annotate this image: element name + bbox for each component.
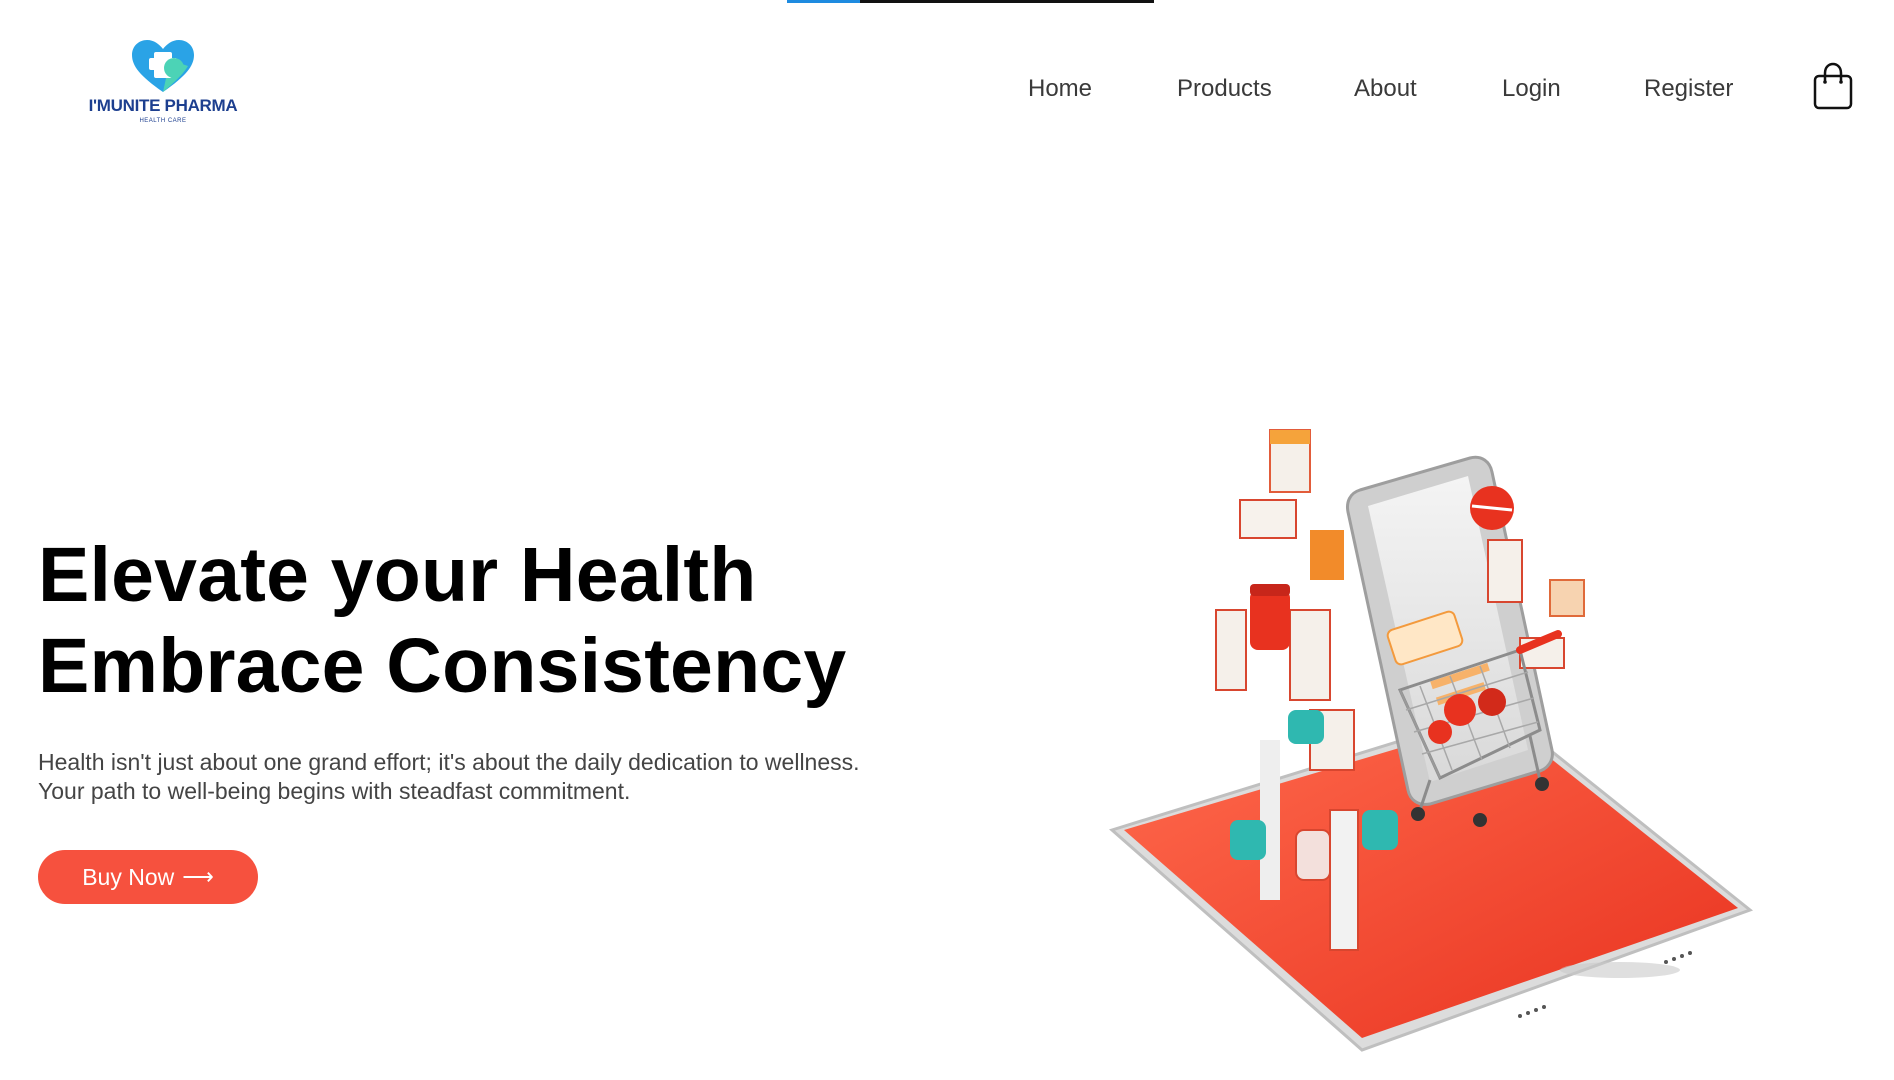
shopping-bag-icon [1813,62,1853,110]
hero-description-line-2: Your path to well-being begins with stea… [38,778,631,804]
nav-item-about[interactable]: About [1354,74,1417,104]
nav-item-login[interactable]: Login [1502,74,1561,104]
nav-item-register[interactable]: Register [1644,74,1733,104]
hero-description: Health isn't just about one grand effort… [38,748,860,806]
brand-tagline: HEALTH CARE [139,118,187,124]
nav-item-products[interactable]: Products [1177,74,1272,104]
hero-description-line-1: Health isn't just about one grand effort… [38,749,860,775]
arrow-right-icon: ⟶ [182,864,214,889]
nav-item-home[interactable]: Home [1028,74,1092,104]
cart-button[interactable] [1812,62,1854,110]
buy-now-label: Buy Now [82,863,175,890]
hero-title-line-1: Elevate your Health [38,532,757,618]
hero-title: Elevate your Health Embrace Consistency [38,530,846,712]
smartphone-pharmacy-shopping-cart-illustration [1108,429,1754,1052]
buy-now-button[interactable]: Buy Now ⟶ [38,850,258,904]
navbar: I'MUNITE PHARMA HEALTH CARE Home Product… [0,0,1894,180]
main-nav: Home Products About Login Register [0,74,1894,104]
hero-title-line-2: Embrace Consistency [38,623,847,709]
